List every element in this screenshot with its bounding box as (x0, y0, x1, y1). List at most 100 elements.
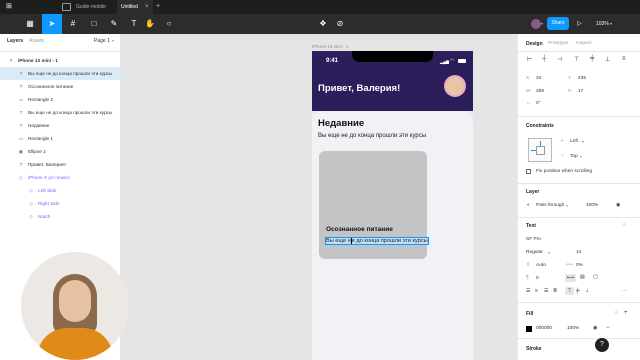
constraint-h-select[interactable]: Left (570, 139, 578, 144)
y-input[interactable]: 435 (578, 76, 586, 81)
layer-row[interactable]: T Осознанное питание (0, 80, 121, 93)
layer-row[interactable]: ▭ Rectangle 2 (0, 93, 121, 106)
constraint-v-select[interactable]: Top (570, 154, 578, 159)
align-text-left-icon[interactable]: ☰ (526, 288, 530, 294)
tab-prototype[interactable]: Prototype (548, 41, 569, 46)
align-top-text-button[interactable]: ⊤ (565, 287, 574, 295)
h-input[interactable]: 17 (578, 89, 583, 94)
close-icon[interactable]: × (145, 2, 149, 12)
fill-swatch[interactable] (526, 326, 532, 332)
tab-layers[interactable]: Layers (7, 38, 23, 44)
file-browser-icon[interactable] (62, 3, 71, 11)
letter-spacing-input[interactable]: 0% (576, 263, 583, 268)
align-center-h-icon[interactable]: ┼ (542, 56, 546, 62)
font-size-input[interactable]: 14 (576, 250, 581, 255)
font-weight-select[interactable]: Regular (526, 250, 543, 255)
constraint-widget[interactable] (528, 138, 552, 162)
blend-chevron-down-icon[interactable]: ▾ (566, 203, 568, 208)
paragraph-spacing-input[interactable]: 0 (536, 276, 539, 281)
layer-row[interactable]: # iPhone 13 mini - 1 (0, 54, 121, 67)
layer-row[interactable]: ▭ Rectangle 1 (0, 132, 121, 145)
fill-remove-icon[interactable]: − (606, 325, 610, 331)
fixed-size-icon[interactable]: ▢ (593, 274, 598, 280)
fill-styles-icon[interactable]: ⁘ (614, 310, 618, 316)
present-play-icon[interactable]: ▷ (577, 18, 582, 30)
font-weight-chevron-down-icon[interactable]: ▾ (548, 250, 550, 255)
rotation-input[interactable]: 0° (536, 101, 541, 106)
help-button[interactable]: ? (595, 338, 609, 352)
layer-row[interactable]: T Привет, Валерия! (0, 158, 121, 171)
x-input[interactable]: 34 (536, 76, 541, 81)
fix-position-checkbox[interactable] (526, 169, 531, 174)
align-text-center-icon[interactable]: ≡ (535, 288, 538, 294)
shape-tool-button[interactable]: □ (84, 14, 104, 34)
line-height-input[interactable]: Auto (536, 263, 546, 268)
card-subtitle-text-editing[interactable]: Вы еще не до конца прошли эти курсы (325, 237, 429, 245)
menu-icon: ▦ (26, 19, 34, 28)
page-selector[interactable]: Page 1 (94, 38, 110, 44)
vertical-align-bottom-icon[interactable]: ⊥ (585, 288, 589, 294)
align-left-icon[interactable]: ⊢ (527, 56, 532, 63)
layer-label: Rectangle 2 (28, 97, 54, 102)
wifi-icon: ◠ (450, 58, 455, 64)
text-styles-icon[interactable]: ⁘ (622, 222, 626, 228)
frame-label[interactable]: iPhone 13 mini - 1 (312, 44, 348, 49)
fill-opacity-input[interactable]: 100% (567, 326, 579, 331)
distribute-icon[interactable]: ≡ (622, 56, 626, 62)
vertical-align-middle-icon[interactable]: ╪ (576, 288, 580, 294)
zoom-chevron-down-icon[interactable]: ▾ (610, 18, 612, 30)
layer-row[interactable]: ◇ Notch (0, 210, 121, 223)
frame-tool-button[interactable]: # (63, 14, 83, 34)
tab-inspect[interactable]: Inspect (576, 41, 591, 46)
layer-row[interactable]: T Вы еще не до конца прошли эти курсы (0, 67, 121, 80)
auto-width-button[interactable]: ⟷ (565, 274, 576, 282)
align-text-right-icon[interactable]: ☰ (544, 288, 548, 294)
layer-title: Layer (526, 189, 540, 195)
align-top-icon[interactable]: ⊤ (574, 56, 579, 63)
align-center-v-icon[interactable]: ╪ (590, 56, 594, 62)
avatar-chevron-down-icon[interactable]: ▾ (541, 19, 543, 29)
layer-row[interactable]: T Недавние (0, 119, 121, 132)
auto-height-icon[interactable]: ▤ (580, 274, 585, 280)
greeting-title: Привет, Валерия! (318, 83, 401, 94)
page-chevron-down-icon[interactable]: ▾ (112, 38, 114, 43)
avatar[interactable] (531, 19, 541, 29)
fix-position-label: Fix position when scrolling (536, 169, 592, 174)
fill-hex-input[interactable]: 000000 (536, 326, 552, 331)
move-tool-button[interactable]: ➤ (42, 14, 62, 34)
constraint-h-chevron-down-icon[interactable]: ▾ (582, 139, 584, 144)
blend-mode-select[interactable]: Pass through (536, 203, 564, 208)
main-menu-button[interactable]: ▦ (20, 14, 40, 34)
font-family-select[interactable]: SF Pro (526, 237, 541, 242)
new-tab-icon[interactable]: + (156, 2, 160, 12)
align-right-icon[interactable]: ⊣ (557, 56, 562, 63)
share-button[interactable]: Share (547, 17, 569, 30)
layer-type-icon: # (9, 58, 13, 63)
tab-design[interactable]: Design (526, 41, 543, 47)
w-input[interactable]: 268 (536, 89, 544, 94)
comment-tool-button[interactable]: ○ (159, 14, 179, 34)
divider (518, 302, 640, 303)
constraint-v-chevron-down-icon[interactable]: ▾ (580, 154, 582, 159)
tab-assets[interactable]: Assets (29, 38, 44, 44)
layer-row[interactable]: ◇ Right Side (0, 197, 121, 210)
figma-menu-icon[interactable]: ⊞ (6, 2, 16, 12)
layer-row[interactable]: ▣ Ellipse 1 (0, 145, 121, 158)
pen-tool-button[interactable]: ✎ (104, 14, 124, 34)
layer-row[interactable]: ◇ Left Side (0, 184, 121, 197)
layer-row[interactable]: ◇ iPhone X (or newer) (0, 171, 121, 184)
zoom-level[interactable]: 103% (596, 18, 609, 30)
layer-row[interactable]: T Вы еще не до конца прошли эти курсы (0, 106, 121, 119)
tab-untitled[interactable]: Untitled (121, 2, 138, 12)
visibility-eye-icon[interactable]: ◉ (616, 202, 620, 208)
align-text-justify-icon[interactable]: ≣ (553, 288, 557, 294)
auto-width-icon: ⟷ (566, 275, 575, 281)
layer-opacity-input[interactable]: 100% (586, 203, 598, 208)
tab-guide-mobile[interactable]: Guide-mobile (76, 2, 106, 12)
hand-tool-button[interactable]: ✋ (140, 14, 160, 34)
fill-visibility-eye-icon[interactable]: ◉ (593, 325, 597, 331)
text-more-options-icon[interactable]: ⋯ (622, 288, 627, 294)
fill-add-icon[interactable]: + (624, 310, 628, 316)
align-bottom-icon[interactable]: ⊥ (605, 56, 610, 63)
link-button[interactable]: ⊘ (330, 14, 350, 34)
